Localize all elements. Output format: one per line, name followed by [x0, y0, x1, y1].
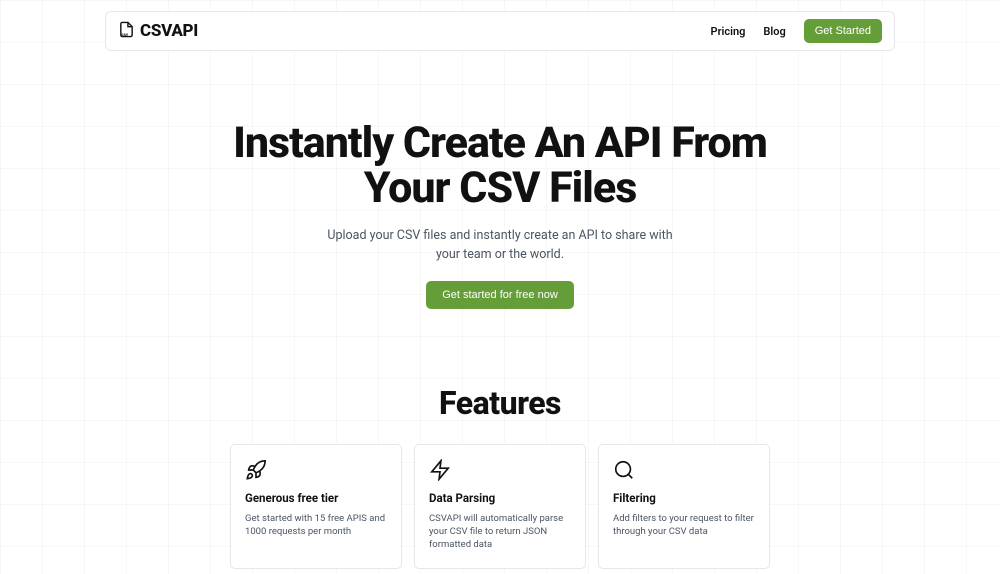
features-section: Features Generous free tier Get started …: [0, 384, 1000, 569]
features-grid: Generous free tier Get started with 15 f…: [0, 444, 1000, 569]
header: csv CSVAPI Pricing Blog Get Started: [105, 11, 895, 51]
feature-title: Data Parsing: [429, 491, 571, 505]
brand: csv CSVAPI: [118, 21, 198, 42]
feature-card-parsing: Data Parsing CSVAPI will automatically p…: [414, 444, 586, 569]
hero-cta-button[interactable]: Get started for free now: [426, 281, 574, 309]
rocket-icon: [245, 459, 267, 481]
hero-title-line1: Instantly Create An API From: [233, 118, 767, 168]
feature-card-free-tier: Generous free tier Get started with 15 f…: [230, 444, 402, 569]
hero-title-line2: Your CSV Files: [364, 163, 637, 213]
features-heading: Features: [0, 384, 1000, 422]
lightning-icon: [429, 459, 451, 481]
nav-pricing[interactable]: Pricing: [711, 25, 746, 38]
feature-desc: CSVAPI will automatically parse your CSV…: [429, 512, 571, 552]
feature-desc: Get started with 15 free APIS and 1000 r…: [245, 512, 387, 539]
get-started-button[interactable]: Get Started: [804, 19, 882, 43]
file-csv-icon: csv: [118, 21, 135, 42]
brand-name: CSVAPI: [140, 21, 198, 41]
nav-blog[interactable]: Blog: [763, 25, 785, 38]
nav: Pricing Blog Get Started: [711, 19, 882, 43]
hero-subtitle: Upload your CSV files and instantly crea…: [320, 227, 680, 265]
feature-title: Generous free tier: [245, 491, 387, 505]
feature-desc: Add filters to your request to filter th…: [613, 512, 755, 539]
feature-card-filtering: Filtering Add filters to your request to…: [598, 444, 770, 569]
hero-title: Instantly Create An API From Your CSV Fi…: [0, 121, 1000, 211]
hero-section: Instantly Create An API From Your CSV Fi…: [0, 121, 1000, 309]
feature-title: Filtering: [613, 491, 755, 505]
search-icon: [613, 459, 635, 481]
svg-text:csv: csv: [122, 32, 129, 37]
